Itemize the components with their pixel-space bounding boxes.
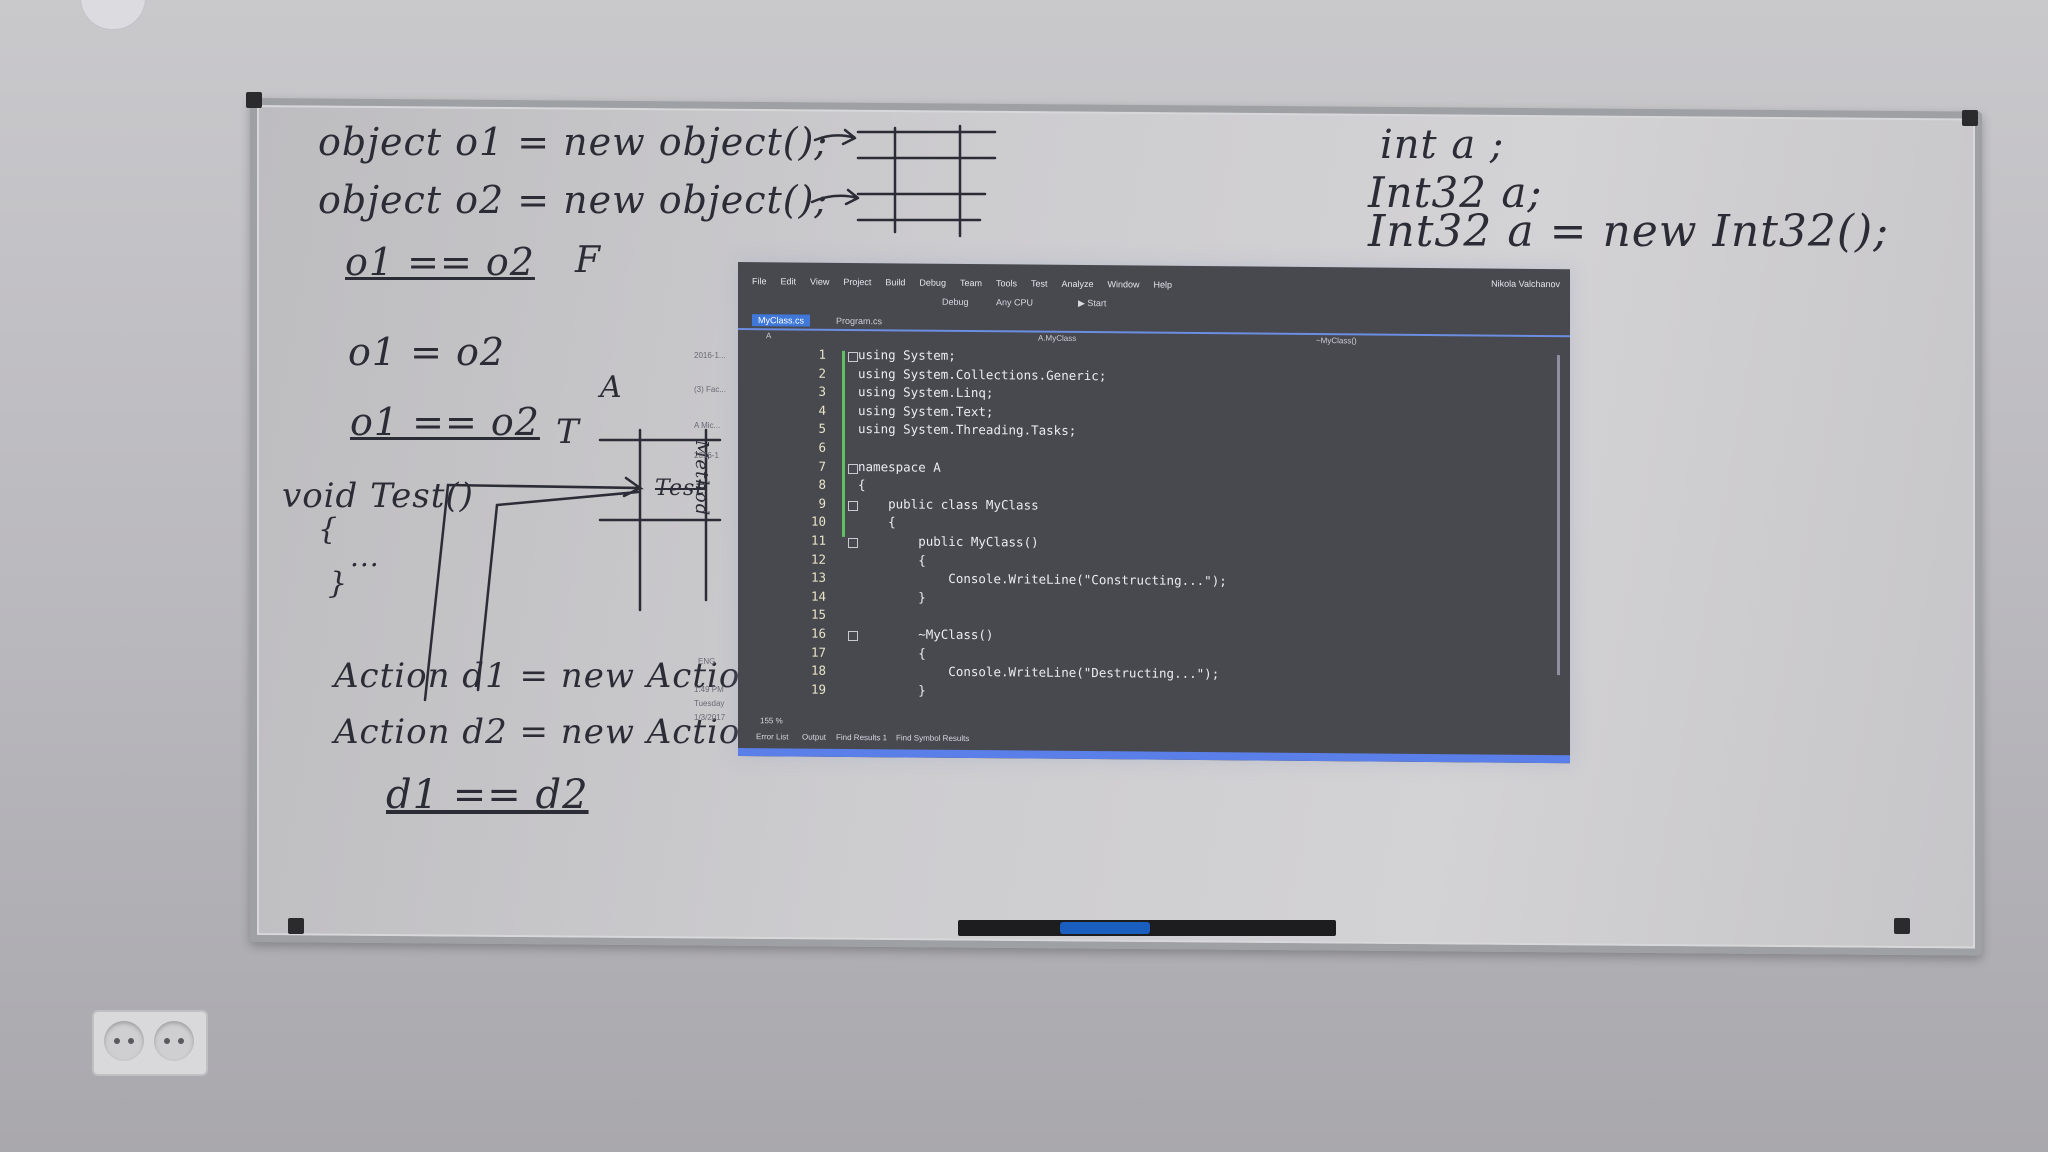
line-number: 19 (810, 681, 826, 697)
menu-project[interactable]: Project (843, 277, 871, 287)
line-number: 18 (810, 662, 826, 678)
code-line[interactable]: { (858, 552, 926, 567)
fold-toggle[interactable] (848, 630, 858, 642)
line-number: 15 (810, 607, 826, 623)
zoom-level[interactable]: 155 % (760, 716, 783, 725)
code-line[interactable]: using System.Linq; (858, 384, 993, 400)
line-number: 13 (810, 569, 826, 585)
menu-test[interactable]: Test (1031, 279, 1048, 289)
projected-ide: File Edit View Project Build Debug Team … (738, 262, 1570, 764)
side-date-3: 1/3/2017 (694, 713, 726, 722)
wall: object o1 = new object(); object o2 = ne… (0, 0, 2048, 1152)
line-number: 17 (810, 644, 826, 660)
line-number: 14 (810, 588, 826, 604)
tab-output[interactable]: Output (802, 733, 826, 742)
code-line[interactable]: public MyClass() (858, 533, 1038, 550)
tab-program[interactable]: Program.cs (830, 315, 888, 328)
tab-myclass[interactable]: MyClass.cs (752, 314, 811, 327)
code-line[interactable]: using System; (858, 347, 956, 363)
code-line[interactable]: ~MyClass() (858, 626, 993, 643)
side-lang: ENG (698, 657, 716, 666)
fold-toggle[interactable] (848, 500, 858, 511)
line-number: 11 (810, 532, 826, 548)
code-editor[interactable]: 1 using System; 2 using System.Collections.… (738, 346, 1570, 733)
menu-tools[interactable]: Tools (996, 278, 1017, 288)
side-time: 1:49 PM (694, 685, 724, 694)
menu-analyze[interactable]: Analyze (1062, 279, 1094, 289)
side-day: Tuesday (694, 699, 725, 708)
arrow-d1 (423, 476, 644, 702)
line-number: 5 (818, 421, 826, 437)
code-line[interactable]: using System.Text; (858, 403, 993, 419)
heap-grid (856, 124, 997, 238)
config-dropdown[interactable]: Debug (942, 297, 969, 307)
line-number: 10 (810, 514, 826, 530)
menu-debug[interactable]: Debug (919, 278, 946, 288)
arrow-o1 (813, 128, 857, 146)
line-number: 7 (818, 458, 826, 474)
line-number: 6 (818, 439, 826, 455)
line-number: 4 (818, 402, 826, 418)
code-line[interactable]: namespace A (858, 459, 941, 475)
user-name[interactable]: Nikola Valchanov (1491, 279, 1560, 290)
code-line[interactable]: using System.Collections.Generic; (858, 366, 1106, 383)
code-line[interactable]: Console.WriteLine("Constructing..."); (858, 570, 1226, 588)
line-number: 12 (810, 551, 826, 567)
menu-view[interactable]: View (810, 277, 829, 287)
line-number: 2 (818, 365, 826, 381)
line-number: 3 (818, 383, 826, 399)
side-date-1: 2016-1... (694, 351, 726, 360)
side-item-2: A Mic... (694, 421, 721, 430)
start-button[interactable]: ▶ Start (1078, 298, 1106, 309)
menu-edit[interactable]: Edit (781, 276, 797, 286)
code-line[interactable]: { (858, 514, 896, 530)
line-number: 1 (818, 346, 826, 362)
code-line[interactable]: { (858, 477, 866, 492)
change-indicator (842, 350, 845, 537)
note-int-a: int a ; (1380, 122, 1505, 168)
code-line[interactable]: Console.WriteLine("Destructing..."); (858, 663, 1219, 681)
tab-find-results[interactable]: Find Results 1 (836, 733, 887, 742)
menu-window[interactable]: Window (1108, 279, 1140, 289)
code-line[interactable]: } (858, 682, 926, 697)
fold-toggle[interactable] (848, 537, 858, 549)
note-int32-new: Int32 a = new Int32(); (1368, 206, 1890, 257)
nav-project[interactable]: A (766, 331, 771, 340)
tab-error-list[interactable]: Error List (756, 732, 788, 741)
code-line[interactable]: using System.Threading.Tasks; (858, 421, 1076, 438)
editor-scrollbar[interactable] (1557, 355, 1560, 676)
line-number: 8 (818, 476, 826, 492)
menu-help[interactable]: Help (1154, 280, 1173, 290)
nav-member[interactable]: ~MyClass() (1316, 336, 1357, 345)
code-line[interactable]: { (858, 645, 926, 660)
code-line[interactable]: } (858, 589, 926, 604)
code-line[interactable]: public class MyClass (858, 496, 1039, 512)
fold-toggle[interactable] (848, 463, 858, 474)
side-date-2: 2016-1 (694, 451, 719, 460)
menu-team[interactable]: Team (960, 278, 982, 288)
arrow-o2 (810, 188, 860, 206)
side-item-1: (3) Fac... (694, 385, 727, 394)
arrow-d2 (476, 490, 640, 692)
menu-file[interactable]: File (752, 276, 767, 286)
line-number: 9 (818, 495, 826, 511)
nav-class[interactable]: A.MyClass (1038, 334, 1076, 343)
platform-dropdown[interactable]: Any CPU (996, 297, 1033, 307)
tab-find-symbol[interactable]: Find Symbol Results (896, 733, 969, 743)
fold-toggle[interactable] (848, 351, 858, 363)
line-number: 16 (810, 625, 826, 641)
menu-build[interactable]: Build (885, 277, 905, 287)
taskbar-strip: 2016-1... (3) Fac... A Mic... 2016-1 ENG… (690, 255, 738, 755)
